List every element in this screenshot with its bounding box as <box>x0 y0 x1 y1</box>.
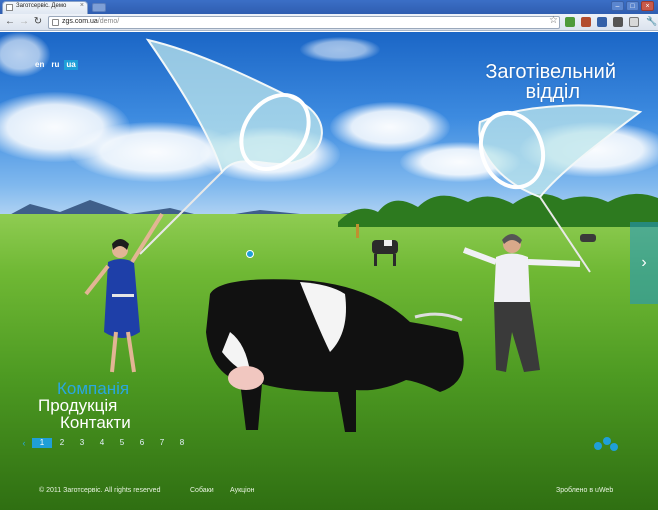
menu-item-products[interactable]: Продукція <box>38 397 131 414</box>
bookmark-star-icon[interactable]: ☆ <box>549 15 558 26</box>
footer-link-auction[interactable]: Аукціон <box>230 487 254 494</box>
woman-figure <box>84 212 164 373</box>
page-number[interactable]: 6 <box>132 438 152 448</box>
background-cow <box>580 234 596 242</box>
page-number[interactable]: 2 <box>52 438 72 448</box>
wrench-icon[interactable]: 🔧 <box>646 16 657 27</box>
cow <box>206 279 464 432</box>
menu-item-company[interactable]: Компанія <box>38 380 131 397</box>
forward-arrow-icon[interactable]: → <box>18 16 30 28</box>
main-menu: Компанія Продукція Контакти <box>38 380 131 431</box>
window-controls: – □ × <box>611 1 654 11</box>
site-title-line2: відділ <box>525 81 580 103</box>
address-bar[interactable]: zgs.com.ua/demo/ <box>48 16 560 29</box>
page-favicon-icon <box>6 4 13 11</box>
tab-title: Заготсервіс. Демо <box>16 3 67 9</box>
address-url: zgs.com.ua/demo/ <box>62 18 120 25</box>
close-window-button[interactable]: × <box>641 1 654 11</box>
footer-copyright: © 2011 Заготсервіс. All rights reserved <box>39 487 161 494</box>
man-figure <box>462 234 581 372</box>
tab-close-icon[interactable]: × <box>80 2 84 9</box>
calendar-icon[interactable] <box>629 17 639 27</box>
page-number[interactable]: 5 <box>112 438 132 448</box>
page-number[interactable]: 3 <box>72 438 92 448</box>
page-number[interactable]: 7 <box>152 438 172 448</box>
language-ru[interactable]: ru <box>49 60 61 70</box>
new-tab-button[interactable] <box>92 3 106 12</box>
extension-icon-1[interactable] <box>565 17 575 27</box>
site-logo-icon <box>594 437 618 451</box>
background-cow <box>372 240 398 266</box>
footer-made-by[interactable]: Зроблено в uWeb <box>556 487 613 494</box>
language-en[interactable]: en <box>33 60 46 70</box>
browser-title-bar: Заготсервіс. Демо × – □ × <box>0 0 658 14</box>
extension-icon-2[interactable] <box>581 17 591 27</box>
site-title: Заготівельний відділ <box>446 62 616 102</box>
back-arrow-icon[interactable]: ← <box>4 16 16 28</box>
slide-pager: ‹ 1 2 3 4 5 6 7 8 <box>16 438 192 448</box>
page-icon <box>52 19 59 26</box>
language-ua[interactable]: ua <box>64 60 78 70</box>
prev-slide-icon[interactable]: ‹ <box>16 438 32 448</box>
footer-link-dogs[interactable]: Собаки <box>190 487 214 494</box>
net-handle <box>139 171 223 255</box>
maximize-button[interactable]: □ <box>626 1 639 11</box>
extension-icon-4[interactable] <box>613 17 623 27</box>
next-slide-button[interactable]: › <box>630 222 658 304</box>
extension-icon-3[interactable] <box>597 17 607 27</box>
menu-item-contacts[interactable]: Контакти <box>38 414 131 431</box>
page-number[interactable]: 8 <box>172 438 192 448</box>
page-number[interactable]: 4 <box>92 438 112 448</box>
footer: © 2011 Заготсервіс. All rights reserved … <box>0 484 658 510</box>
background-person <box>356 224 359 238</box>
browser-toolbar: ← → ↻ zgs.com.ua/demo/ ☆ 🔧 <box>0 14 658 31</box>
browser-tab[interactable]: Заготсервіс. Демо × <box>2 1 88 14</box>
hotspot-marker[interactable] <box>246 250 254 258</box>
page-number[interactable]: 1 <box>32 438 52 448</box>
minimize-button[interactable]: – <box>611 1 624 11</box>
site-title-line1: Заготівельний <box>485 61 616 83</box>
page-viewport: en ru ua Заготівельний відділ › Компанія… <box>0 32 658 510</box>
reload-icon[interactable]: ↻ <box>32 16 44 28</box>
language-switcher: en ru ua <box>33 60 78 70</box>
